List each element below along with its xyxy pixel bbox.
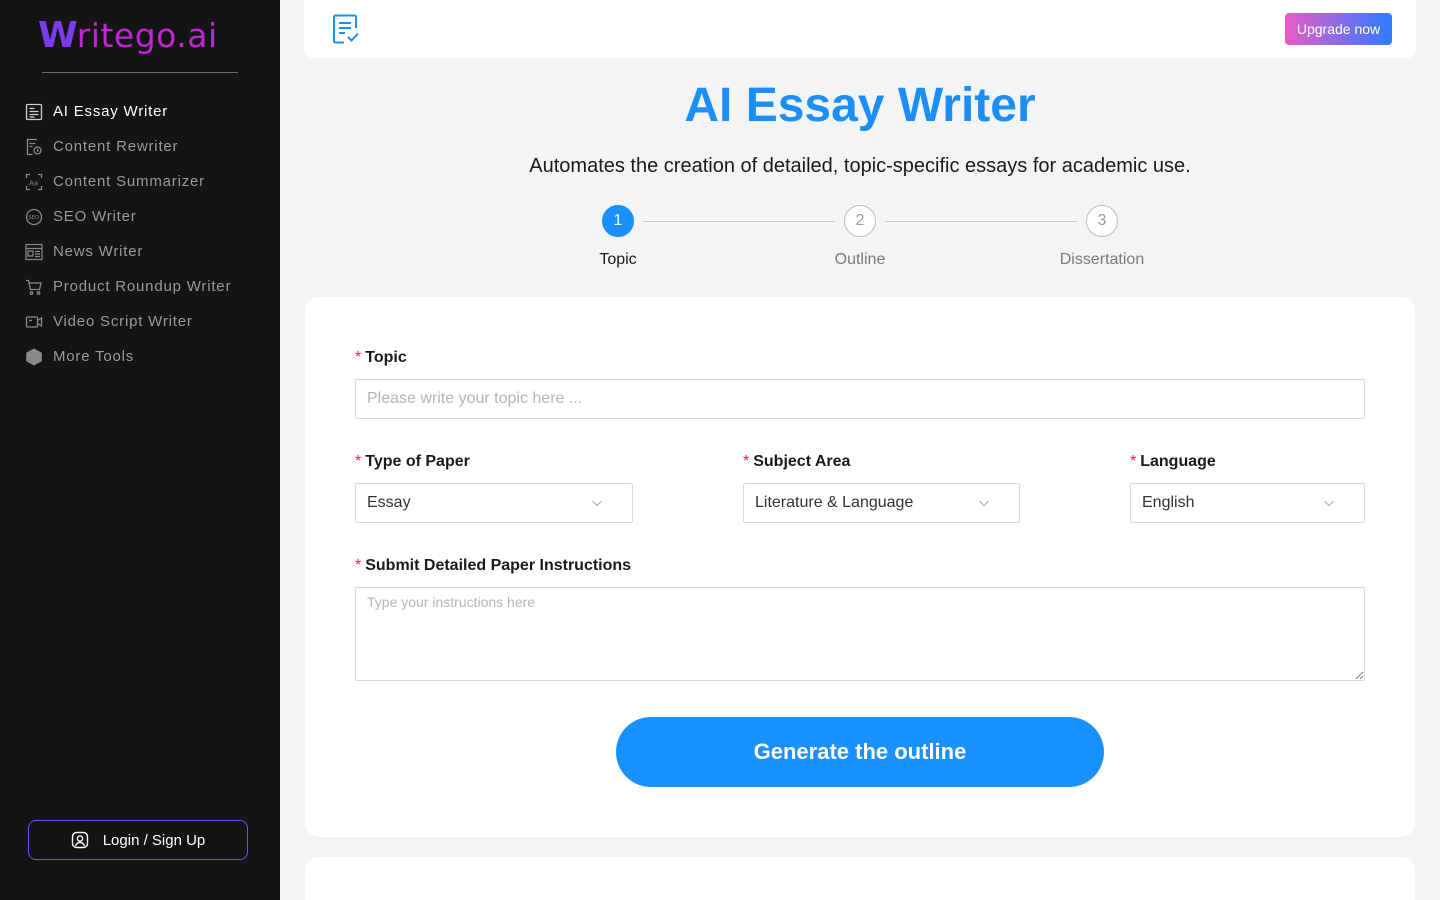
sidebar-item-content-rewriter[interactable]: Content Rewriter (24, 129, 264, 164)
subject-area-label: * Subject Area (743, 453, 850, 471)
step-label: Dissertation (1059, 251, 1145, 268)
essay-icon (24, 102, 43, 121)
sidebar-item-content-summarizer[interactable]: Aa Content Summarizer (24, 164, 264, 199)
step-number: 2 (844, 205, 876, 237)
essay-form-card: *Topic *Type of Paper Essay *Subject Are… (305, 297, 1415, 837)
chevron-down-icon (1323, 497, 1335, 509)
sidebar-item-label: Product Roundup Writer (53, 278, 232, 295)
instructions-label: * Submit Detailed Paper Instructions (355, 557, 631, 575)
required-mark: * (355, 453, 362, 470)
instructions-label-text: Submit Detailed Paper Instructions (365, 557, 632, 574)
summarize-icon: Aa (24, 172, 43, 191)
chevron-down-icon (978, 497, 990, 509)
paper-type-label-text: Type of Paper (365, 453, 470, 470)
top-bar: Upgrade now (304, 0, 1416, 58)
instructions-textarea[interactable] (355, 587, 1365, 681)
topic-label-text: Topic (365, 349, 407, 366)
rewrite-icon (24, 137, 43, 156)
sidebar-item-label: News Writer (53, 243, 144, 260)
sidebar-item-video-script-writer[interactable]: Video Script Writer (24, 304, 264, 339)
news-icon (24, 242, 43, 261)
step-number: 3 (1086, 205, 1118, 237)
paper-type-select[interactable]: Essay (355, 483, 633, 523)
language-label: * Language (1130, 453, 1216, 471)
seo-icon: SEO (24, 207, 43, 226)
sidebar-item-label: More Tools (53, 348, 135, 365)
svg-text:Aa: Aa (29, 179, 38, 187)
login-signup-button[interactable]: Login / Sign Up (28, 820, 248, 860)
sidebar-item-ai-essay-writer[interactable]: AI Essay Writer (24, 94, 264, 129)
sidebar-divider (42, 72, 238, 73)
subject-area-select[interactable]: Literature & Language (743, 483, 1020, 523)
language-select[interactable]: English (1130, 483, 1365, 523)
sidebar-item-more-tools[interactable]: More Tools (24, 339, 264, 374)
topic-input[interactable] (355, 379, 1365, 419)
logo-text: ritego.ai (76, 16, 218, 55)
logo-mark: W (38, 15, 78, 56)
sidebar-item-label: Video Script Writer (53, 313, 193, 330)
step-dissertation: 3 Dissertation (1042, 205, 1162, 269)
sidebar: W ritego.ai AI Essay Writer Content Rewr… (0, 0, 280, 900)
upgrade-now-button[interactable]: Upgrade now (1285, 13, 1392, 45)
required-mark: * (1130, 453, 1137, 470)
sidebar-item-seo-writer[interactable]: SEO SEO Writer (24, 199, 264, 234)
page-title: AI Essay Writer (684, 79, 1036, 132)
topic-label: * Topic (355, 349, 407, 367)
required-mark: * (355, 557, 362, 574)
sidebar-nav: AI Essay Writer Content Rewriter Aa Cont… (24, 94, 264, 374)
sidebar-item-product-roundup-writer[interactable]: Product Roundup Writer (24, 269, 264, 304)
step-label: Topic (599, 251, 637, 268)
svg-text:SEO: SEO (28, 215, 39, 221)
subject-area-value: Literature & Language (755, 494, 914, 511)
page-subtitle: Automates the creation of detailed, topi… (529, 155, 1191, 177)
subject-area-label-text: Subject Area (753, 453, 851, 470)
writego-logo[interactable]: W ritego.ai (38, 14, 218, 58)
language-label-text: Language (1140, 453, 1216, 470)
step-number: 1 (602, 205, 634, 237)
step-label: Outline (834, 251, 886, 268)
sidebar-item-label: Content Rewriter (53, 138, 179, 155)
sidebar-item-label: Content Summarizer (53, 173, 205, 190)
document-check-icon[interactable] (332, 14, 360, 49)
paper-type-label: * Type of Paper (355, 453, 470, 471)
generate-outline-button[interactable]: Generate the outline (616, 717, 1104, 787)
video-icon (24, 312, 43, 331)
language-value: English (1142, 494, 1195, 511)
step-outline: 2 Outline (800, 205, 920, 269)
required-mark: * (355, 349, 362, 366)
sidebar-item-label: SEO Writer (53, 208, 137, 225)
login-signup-label: Login / Sign Up (102, 831, 206, 849)
step-topic: 1 Topic (558, 205, 678, 269)
user-avatar-icon (71, 831, 89, 849)
required-mark: * (743, 453, 750, 470)
chevron-down-icon (591, 497, 603, 509)
hexagon-icon (24, 347, 43, 366)
sidebar-item-label: AI Essay Writer (53, 103, 169, 120)
sidebar-item-news-writer[interactable]: News Writer (24, 234, 264, 269)
paper-type-value: Essay (367, 494, 411, 511)
cart-icon (24, 277, 43, 296)
secondary-card (305, 857, 1415, 900)
